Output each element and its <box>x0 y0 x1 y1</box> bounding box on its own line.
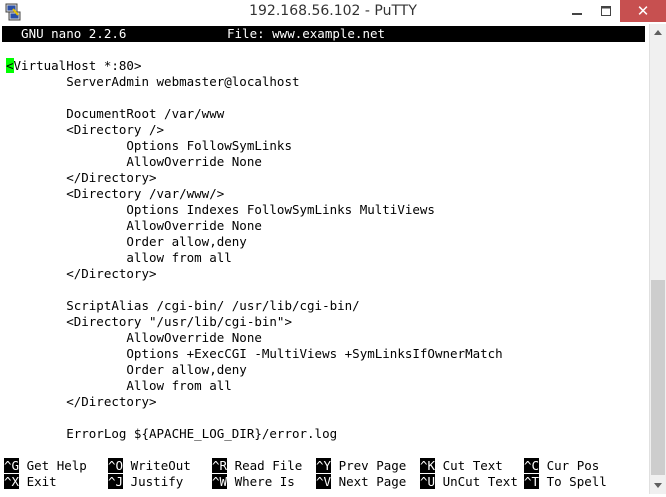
shortcut-key-where-is[interactable]: ^W <box>212 474 228 489</box>
shortcut-row-2: ^X Exit ^J Justify ^W Where Is ^V Next P… <box>2 474 649 490</box>
maximize-icon <box>601 6 611 16</box>
editor-line[interactable]: Order allow,deny <box>6 234 246 250</box>
shortcut-label-get-help: Get Help <box>19 458 87 473</box>
shortcut-label-to-spell: To Spell <box>539 474 607 489</box>
close-icon: ✕ <box>636 2 650 20</box>
minimize-icon <box>572 13 582 15</box>
title-bar[interactable]: 192.168.56.102 - PuTTY ✕ <box>0 0 666 25</box>
editor-line[interactable]: Allow from all <box>6 378 231 394</box>
shortcut-key-get-help[interactable]: ^G <box>4 458 20 473</box>
editor-line[interactable]: Options Indexes FollowSymLinks MultiView… <box>6 202 435 218</box>
minimize-button[interactable] <box>564 0 590 22</box>
shortcut-label-uncut-text: UnCut Text <box>435 474 518 489</box>
shortcut-label-where-is: Where Is <box>227 474 295 489</box>
editor-line[interactable]: allow from all <box>6 250 231 266</box>
editor-line[interactable]: ScriptAlias /cgi-bin/ /usr/lib/cgi-bin/ <box>6 298 360 314</box>
editor-line[interactable]: AllowOverride None <box>6 330 261 346</box>
shortcut-label-writeout: WriteOut <box>123 458 191 473</box>
scroll-up-button[interactable] <box>650 24 666 41</box>
editor-line[interactable]: </Directory> <box>6 170 156 186</box>
nano-header-bar: GNU nano 2.2.6 File: www.example.net <box>2 26 645 42</box>
shortcut-key-writeout[interactable]: ^O <box>108 458 124 473</box>
arrow-up-icon <box>654 30 662 35</box>
terminal-area[interactable]: GNU nano 2.2.6 File: www.example.net <Vi… <box>2 24 649 494</box>
editor-line[interactable]: ErrorLog ${APACHE_LOG_DIR}/error.log <box>6 426 337 442</box>
arrow-down-icon <box>654 483 662 488</box>
nano-version: GNU nano 2.2.6 <box>6 26 127 41</box>
editor-line[interactable]: </Directory> <box>6 266 156 282</box>
editor-line[interactable]: ServerAdmin webmaster@localhost <box>6 74 299 90</box>
shortcut-label-exit: Exit <box>19 474 57 489</box>
editor-line[interactable]: Options FollowSymLinks <box>6 138 292 154</box>
shortcut-label-next-page: Next Page <box>331 474 407 489</box>
editor-line[interactable]: <Directory "/usr/lib/cgi-bin"> <box>6 314 292 330</box>
shortcut-key-read-file[interactable]: ^R <box>212 458 228 473</box>
shortcut-label-justify: Justify <box>123 474 184 489</box>
shortcut-key-cur-pos[interactable]: ^C <box>524 458 540 473</box>
text-cursor: < <box>6 58 14 73</box>
shortcut-key-to-spell[interactable]: ^T <box>524 474 540 489</box>
shortcut-key-uncut-text[interactable]: ^U <box>420 474 436 489</box>
scrollbar-thumb[interactable] <box>651 280 665 475</box>
editor-line[interactable]: AllowOverride None <box>6 154 261 170</box>
editor-line[interactable]: DocumentRoot /var/www <box>6 106 224 122</box>
editor-line[interactable]: <Directory /var/www/> <box>6 186 224 202</box>
shortcut-label-prev-page: Prev Page <box>331 458 407 473</box>
putty-window: 192.168.56.102 - PuTTY ✕ GNU nano 2.2.6 … <box>0 0 666 497</box>
shortcut-key-cut-text[interactable]: ^K <box>420 458 436 473</box>
editor-line[interactable]: <VirtualHost *:80> <box>6 58 141 74</box>
editor-line[interactable]: AllowOverride None <box>6 218 261 234</box>
shortcut-label-cur-pos: Cur Pos <box>539 458 600 473</box>
nano-file-label: File: www.example.net <box>227 26 386 41</box>
maximize-button[interactable] <box>592 0 620 22</box>
shortcut-key-next-page[interactable]: ^V <box>316 474 332 489</box>
scroll-down-button[interactable] <box>650 477 666 494</box>
shortcut-label-cut-text: Cut Text <box>435 458 503 473</box>
close-button[interactable]: ✕ <box>620 0 666 22</box>
vertical-scrollbar[interactable] <box>649 24 666 494</box>
shortcut-row-1: ^G Get Help ^O WriteOut ^R Read File ^Y … <box>2 458 649 474</box>
editor-line[interactable]: Options +ExecCGI -MultiViews +SymLinksIf… <box>6 346 502 362</box>
shortcut-key-exit[interactable]: ^X <box>4 474 20 489</box>
editor-line-text: VirtualHost *:80> <box>13 58 142 73</box>
editor-line[interactable]: Order allow,deny <box>6 362 246 378</box>
shortcut-key-prev-page[interactable]: ^Y <box>316 458 332 473</box>
editor-line[interactable]: </Directory> <box>6 394 156 410</box>
shortcut-label-read-file: Read File <box>227 458 303 473</box>
editor-line[interactable]: <Directory /> <box>6 122 164 138</box>
shortcut-key-justify[interactable]: ^J <box>108 474 124 489</box>
